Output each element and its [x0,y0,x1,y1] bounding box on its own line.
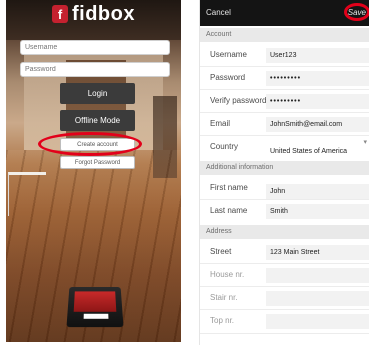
login-button[interactable]: Login [60,83,135,104]
stair-nr-field[interactable] [266,291,369,306]
email-field[interactable]: JohnSmith@email.com [266,117,369,132]
row-email: Email JohnSmith@email.com [200,113,369,135]
street-field[interactable]: 123 Main Street [266,245,369,260]
row-country: Country United States of America ▾ [200,136,369,159]
chevron-down-icon: ▾ [363,139,367,146]
top-bar: Cancel Save [200,0,369,26]
row-street: Street 123 Main Street [200,241,369,263]
email-label: Email [210,119,231,128]
divider [200,333,369,334]
row-username: Username User123 [200,44,369,66]
username-input[interactable] [20,40,170,55]
fidbox-device-image [66,287,124,328]
first-name-field[interactable]: John [266,184,369,199]
row-last-name: Last name Smith [200,200,369,222]
house-nr-field[interactable] [266,268,369,283]
first-name-label: First name [210,183,248,192]
section-address: Address [200,225,369,239]
fidbox-logo-icon: f [52,5,68,23]
offline-mode-button[interactable]: Offline Mode [60,110,135,131]
top-nr-label: Top nr. [210,316,235,325]
highlight-ring [38,132,142,156]
row-top-nr: Top nr. [200,310,369,332]
section-additional: Additional information [200,161,369,175]
device-tag [83,313,109,319]
country-select[interactable]: United States of America [266,144,369,159]
row-house-nr: House nr. [200,264,369,286]
password-label: Password [210,73,246,82]
password-field[interactable]: ••••••••• [266,71,369,86]
password-input[interactable] [20,62,170,77]
row-verify-password: Verify password ••••••••• [200,90,369,112]
cancel-button[interactable]: Cancel [206,8,231,17]
logo-text: fidbox [72,2,135,25]
app-logo: f fidbox [6,3,181,25]
row-first-name: First name John [200,177,369,199]
row-stair-nr: Stair nr. [200,287,369,309]
username-label: Username [210,50,247,59]
verify-password-label: Verify password [210,96,267,105]
save-highlight-ring [344,3,369,21]
section-account: Account [200,28,369,42]
house-nr-label: House nr. [210,270,245,279]
last-name-label: Last name [210,206,248,215]
stair-nr-label: Stair nr. [210,293,238,302]
row-password: Password ••••••••• [200,67,369,89]
screenshot: f fidbox Login Offline Mode Create accou… [0,0,369,345]
create-account-screen: Cancel Save Account Username User123 Pas… [199,0,369,345]
room-table [8,172,46,216]
username-field[interactable]: User123 [266,48,369,63]
login-screen: f fidbox Login Offline Mode Create accou… [6,0,181,342]
country-value: United States of America [270,148,348,155]
device-lid [73,291,117,312]
verify-password-field[interactable]: ••••••••• [266,94,369,109]
top-nr-field[interactable] [266,314,369,329]
street-label: Street [210,247,232,256]
country-label: Country [210,142,239,151]
last-name-field[interactable]: Smith [266,204,369,219]
forgot-password-button[interactable]: Forgot Password [60,156,135,169]
